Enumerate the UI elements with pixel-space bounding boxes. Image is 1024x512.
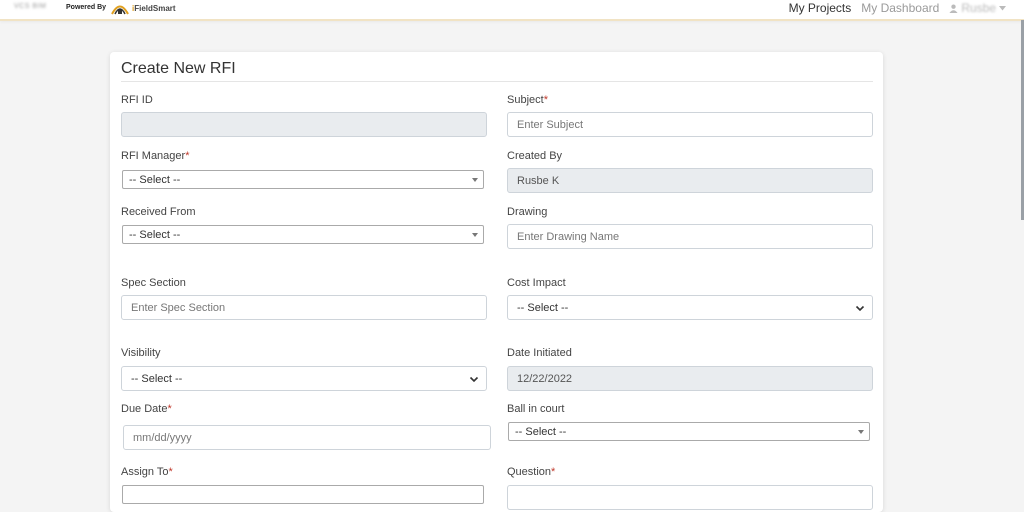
drawing-input[interactable]: Enter Drawing Name (507, 224, 873, 249)
logo-text: iFieldSmart (132, 3, 176, 13)
nav-my-projects[interactable]: My Projects (789, 1, 852, 15)
user-menu[interactable]: Rusbe (949, 1, 1006, 15)
ball-in-court-select[interactable]: -- Select -- (508, 422, 870, 441)
top-navbar: VCS BIM Powered By iFieldSmart My Projec… (0, 0, 1024, 21)
select-arrow-icon (858, 430, 864, 434)
page-title: Create New RFI (121, 60, 236, 77)
rfi-manager-label: RFI Manager* (121, 150, 190, 162)
create-rfi-card: Create New RFI RFI ID Subject* Enter Sub… (110, 52, 883, 512)
ball-in-court-label: Ball in court (507, 403, 565, 415)
title-divider (121, 81, 873, 82)
question-input[interactable] (507, 485, 873, 510)
rfi-id-label: RFI ID (121, 94, 153, 106)
subject-label: Subject* (507, 94, 548, 106)
select-arrow-icon (472, 233, 478, 237)
ifieldsmart-logo[interactable]: iFieldSmart (110, 1, 176, 15)
drawing-label: Drawing (507, 206, 548, 218)
created-by-label: Created By (507, 150, 563, 162)
main-nav: My Projects My Dashboard Rusbe (789, 1, 1006, 15)
subject-input[interactable]: Enter Subject (507, 112, 873, 137)
visibility-select[interactable]: -- Select -- (121, 366, 487, 391)
powered-by-label: Powered By (66, 4, 107, 11)
cost-impact-select[interactable]: -- Select -- (507, 295, 873, 320)
nav-my-dashboard[interactable]: My Dashboard (861, 1, 939, 15)
chevron-down-icon (855, 305, 865, 312)
created-by-field[interactable]: Rusbe K (507, 168, 873, 193)
user-name: Rusbe (961, 1, 996, 15)
question-label: Question* (507, 466, 556, 478)
received-from-select[interactable]: -- Select -- (122, 225, 484, 244)
logo-icon (111, 5, 129, 15)
chevron-down-icon (469, 376, 479, 383)
received-from-label: Received From (121, 206, 196, 218)
visibility-label: Visibility (121, 347, 161, 359)
rfi-id-field[interactable] (121, 112, 487, 137)
cost-impact-label: Cost Impact (507, 277, 566, 289)
due-date-input[interactable]: mm/dd/yyyy (123, 425, 491, 450)
due-date-label: Due Date* (121, 403, 172, 415)
rfi-manager-select[interactable]: -- Select -- (122, 170, 484, 189)
spec-section-input[interactable]: Enter Spec Section (121, 295, 487, 320)
caret-down-icon (999, 5, 1006, 10)
user-icon (949, 4, 958, 13)
select-arrow-icon (472, 178, 478, 182)
date-initiated-field[interactable]: 12/22/2022 (507, 366, 873, 391)
assign-to-select[interactable] (122, 485, 484, 504)
assign-to-label: Assign To* (121, 466, 173, 478)
client-brand: VCS BIM (14, 3, 47, 10)
spec-section-label: Spec Section (121, 277, 186, 289)
date-initiated-label: Date Initiated (507, 347, 572, 359)
